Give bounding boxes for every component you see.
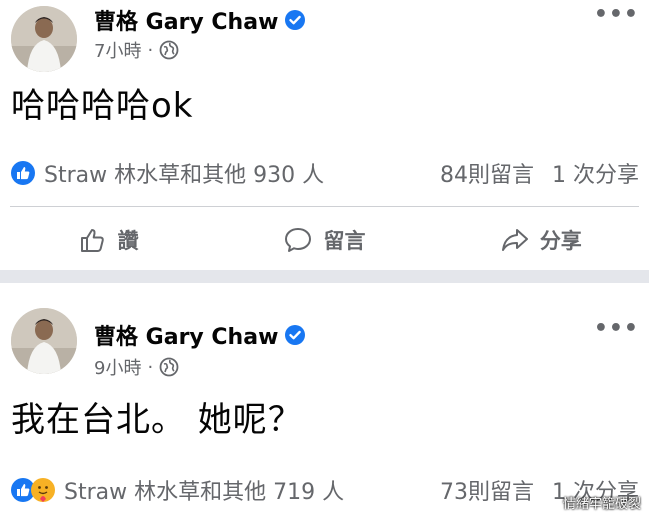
post-timestamp[interactable]: 7小時 <box>94 37 141 63</box>
author-avatar[interactable] <box>11 308 77 374</box>
watermark: 情緒牢籠破裂 <box>562 497 641 512</box>
globe-icon <box>159 357 179 377</box>
verified-badge-icon <box>285 10 306 30</box>
share-arrow-icon <box>501 229 528 251</box>
comment-label: 留言 <box>323 229 366 253</box>
meta-separator: · <box>147 39 154 61</box>
post-card: 曹格 Gary Chaw 7小時 · ••• 哈哈哈哈ok Straw 林水草和… <box>0 0 649 270</box>
engagement-bar: Straw 林水草和其他 930 人 84則留言 1 次分享 <box>10 158 639 188</box>
author-name[interactable]: 曹格 Gary Chaw <box>94 319 306 351</box>
post-meta: 7小時 · <box>94 37 179 63</box>
post-text: 我在台北。 她呢？ <box>11 400 303 440</box>
verified-badge-icon <box>285 325 306 345</box>
like-button[interactable]: 讚 <box>0 225 216 255</box>
reaction-summary[interactable]: Straw 林水草和其他 930 人 <box>44 157 324 189</box>
comment-bubble-icon <box>285 228 312 252</box>
thumbs-up-icon <box>80 229 104 252</box>
engagement-bar: Straw 林水草和其他 719 人 73則留言 1 次分享 <box>10 475 639 505</box>
more-options-icon[interactable]: ••• <box>594 4 639 26</box>
reaction-summary[interactable]: Straw 林水草和其他 719 人 <box>64 474 344 506</box>
share-button[interactable]: 分享 <box>433 225 649 255</box>
reaction-icons[interactable] <box>10 477 56 503</box>
share-count[interactable]: 1 次分享 <box>552 157 639 189</box>
post-separator <box>0 270 649 283</box>
reaction-icons[interactable] <box>10 160 36 186</box>
author-name[interactable]: 曹格 Gary Chaw <box>94 4 306 36</box>
author-avatar[interactable] <box>11 6 77 72</box>
post-timestamp[interactable]: 9小時 <box>94 354 141 380</box>
like-label: 讚 <box>117 229 139 253</box>
action-bar: 讚 留言 分享 <box>0 218 649 262</box>
comment-button[interactable]: 留言 <box>216 225 432 255</box>
meta-separator: · <box>147 356 154 378</box>
post-text: 哈哈哈哈ok <box>11 86 194 126</box>
care-icon <box>31 478 55 502</box>
more-options-icon[interactable]: ••• <box>594 318 639 340</box>
globe-icon <box>159 40 179 60</box>
comment-count[interactable]: 84則留言 <box>440 157 534 189</box>
like-icon <box>11 161 35 185</box>
share-label: 分享 <box>539 229 582 253</box>
comment-count[interactable]: 73則留言 <box>440 474 534 506</box>
post-card: 曹格 Gary Chaw 9小時 · ••• 我在台北。 她呢？ Straw 林… <box>0 283 649 520</box>
post-meta: 9小時 · <box>94 354 179 380</box>
divider <box>10 206 639 207</box>
author-name-text[interactable]: 曹格 Gary Chaw <box>94 319 278 351</box>
author-name-text[interactable]: 曹格 Gary Chaw <box>94 4 278 36</box>
